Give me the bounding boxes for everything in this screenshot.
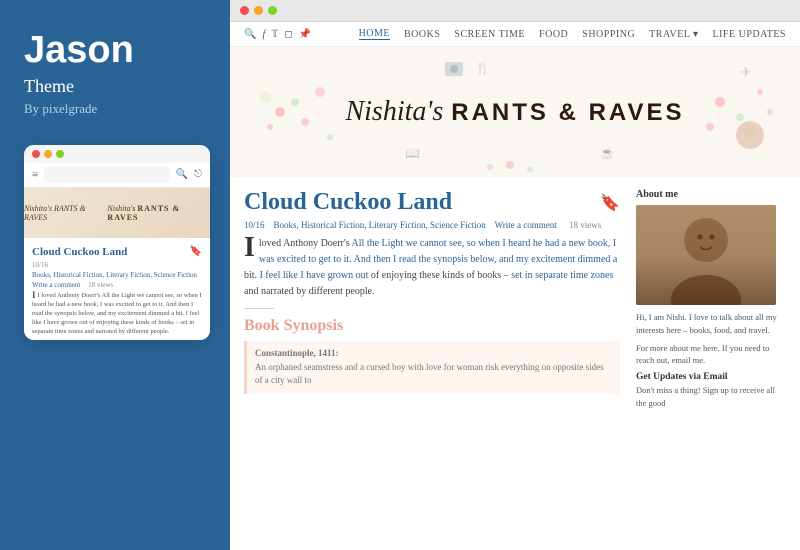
site-nav: 🔍 f 𝕋 ◻ 📌 HOME BOOKS SCREEN TIME FOOD SH… xyxy=(230,22,800,47)
article-body: I loved Anthony Doerr's All the Light we… xyxy=(244,236,620,300)
blog-title-italic: Nishita's xyxy=(345,96,443,127)
instagram-icon[interactable]: ◻ xyxy=(284,29,292,40)
mobile-article: Cloud Cuckoo Land 🔖 10/16 Books, Histori… xyxy=(24,238,210,340)
synopsis-quote: Constantinople, 1411: An orphaned seamst… xyxy=(244,341,620,394)
about-me-text: Hi, I am Nishi. I love to talk about all… xyxy=(636,311,786,337)
nav-screen-time[interactable]: SCREEN TIME xyxy=(454,29,525,40)
content-grid: Cloud Cuckoo Land 🔖 10/16 Books, Histori… xyxy=(230,177,800,550)
nav-social-icons: 🔍 f 𝕋 ◻ 📌 xyxy=(244,29,311,40)
theme-label: Theme xyxy=(24,76,206,97)
synopsis-text: An orphaned seamstress and a cursed boy … xyxy=(255,362,604,386)
mobile-menu-icon[interactable]: ≡ xyxy=(32,169,38,181)
twitter-icon[interactable]: 𝕋 xyxy=(271,29,278,40)
mobile-search-bar xyxy=(44,167,169,183)
chrome-dot-green xyxy=(268,6,277,15)
mobile-content: Nishita's RANTS & RAVES Cloud Cuckoo Lan… xyxy=(24,188,210,340)
nav-home[interactable]: HOME xyxy=(359,28,390,40)
mobile-preview: ≡ 🔍 ⎋ Nishita's RANTS & RAVES Cloud Cuck… xyxy=(24,145,210,340)
by-label: By pixelgrade xyxy=(24,101,206,117)
mobile-blog-title: Nishita's RANTS & RAVES xyxy=(107,204,210,222)
synopsis-location: Constantinople, 1411: xyxy=(255,348,339,358)
updates-text: Don't miss a thing! Sign up to receive a… xyxy=(636,384,786,410)
search-icon[interactable]: 🔍 xyxy=(244,29,256,40)
theme-name: Jason xyxy=(24,30,206,72)
svg-text:☕: ☕ xyxy=(600,145,615,160)
chrome-dot-red xyxy=(240,6,249,15)
article-categories: Books, Historical Fiction, Literary Fict… xyxy=(274,220,486,230)
blog-header-image: ✈ 🍴 📖 ☕ Nishita's RANTS & RAVES xyxy=(230,47,800,177)
svg-text:🍴: 🍴 xyxy=(475,61,490,75)
browser-content: 🔍 f 𝕋 ◻ 📌 HOME BOOKS SCREEN TIME FOOD SH… xyxy=(230,22,800,550)
synopsis-title: Book Synopsis xyxy=(244,317,620,335)
pinterest-icon[interactable]: 📌 xyxy=(299,29,311,40)
svg-text:📖: 📖 xyxy=(405,146,420,160)
mobile-write-comment: Write a comment 18 views xyxy=(32,281,202,289)
mobile-chrome-bar xyxy=(24,145,210,163)
highlight-1: All the Light we cannot see xyxy=(352,238,462,249)
mobile-body-text: I I loved Anthony Doerr's All the Light … xyxy=(32,291,202,336)
nav-life-updates[interactable]: LIFE UPDATES xyxy=(712,29,786,40)
highlight-3: I feel like I have grown out xyxy=(260,270,369,281)
blog-header-title: Nishita's RANTS & RAVES xyxy=(345,96,684,128)
nav-food[interactable]: FOOD xyxy=(539,29,568,40)
browser-chrome xyxy=(230,0,800,22)
mobile-meta-date: 10/16 xyxy=(32,261,202,269)
article-views: 18 views xyxy=(569,220,601,230)
mobile-article-title: Cloud Cuckoo Land xyxy=(32,246,127,258)
mobile-dot-green xyxy=(56,150,64,158)
side-panel: About me xyxy=(636,189,786,542)
article-date: 10/16 xyxy=(244,220,265,230)
contact-text: For more about me here. If you need to r… xyxy=(636,342,786,368)
mobile-toolbar: ≡ 🔍 ⎋ xyxy=(24,163,210,188)
mobile-dot-yellow xyxy=(44,150,52,158)
mobile-views: 18 views xyxy=(88,281,113,289)
nav-shopping[interactable]: SHOPPING xyxy=(582,29,635,40)
about-me-title: About me xyxy=(636,189,786,200)
mobile-action-icon[interactable]: ⎋ xyxy=(194,169,202,180)
nav-travel[interactable]: TRAVEL ▾ xyxy=(649,29,698,40)
updates-title: Get Updates via Email xyxy=(636,372,786,382)
mobile-search-icon[interactable]: 🔍 xyxy=(176,169,188,180)
article-divider xyxy=(244,308,274,309)
article-meta: 10/16 Books, Historical Fiction, Literar… xyxy=(244,220,620,230)
mobile-blog-header-image: Nishita's RANTS & RAVES xyxy=(24,188,210,238)
chrome-dot-yellow xyxy=(254,6,263,15)
main-area: 🔍 f 𝕋 ◻ 📌 HOME BOOKS SCREEN TIME FOOD SH… xyxy=(230,0,800,550)
facebook-icon[interactable]: f xyxy=(262,29,265,40)
left-sidebar: Jason Theme By pixelgrade ≡ 🔍 ⎋ Nishita'… xyxy=(0,0,230,550)
article-bookmark-icon: 🔖 xyxy=(600,193,620,213)
mobile-dot-red xyxy=(32,150,40,158)
nav-links: HOME BOOKS SCREEN TIME FOOD SHOPPING TRA… xyxy=(359,28,786,40)
svg-text:✈: ✈ xyxy=(740,66,752,81)
mobile-bookmark-icon: 🔖 xyxy=(190,246,202,257)
highlight-4: set in separate time zones xyxy=(511,270,613,281)
mobile-toolbar-icons: ≡ xyxy=(32,169,38,181)
write-comment-link[interactable]: Write a comment xyxy=(495,220,557,230)
nav-books[interactable]: BOOKS xyxy=(404,29,440,40)
article-title: Cloud Cuckoo Land xyxy=(244,189,452,216)
avatar xyxy=(636,205,776,305)
mobile-categories: Books, Historical Fiction, Literary Fict… xyxy=(32,271,202,279)
avatar-image xyxy=(636,205,776,305)
article-section: Cloud Cuckoo Land 🔖 10/16 Books, Histori… xyxy=(244,189,620,542)
blog-title-bold: RANTS & RAVES xyxy=(451,99,684,126)
